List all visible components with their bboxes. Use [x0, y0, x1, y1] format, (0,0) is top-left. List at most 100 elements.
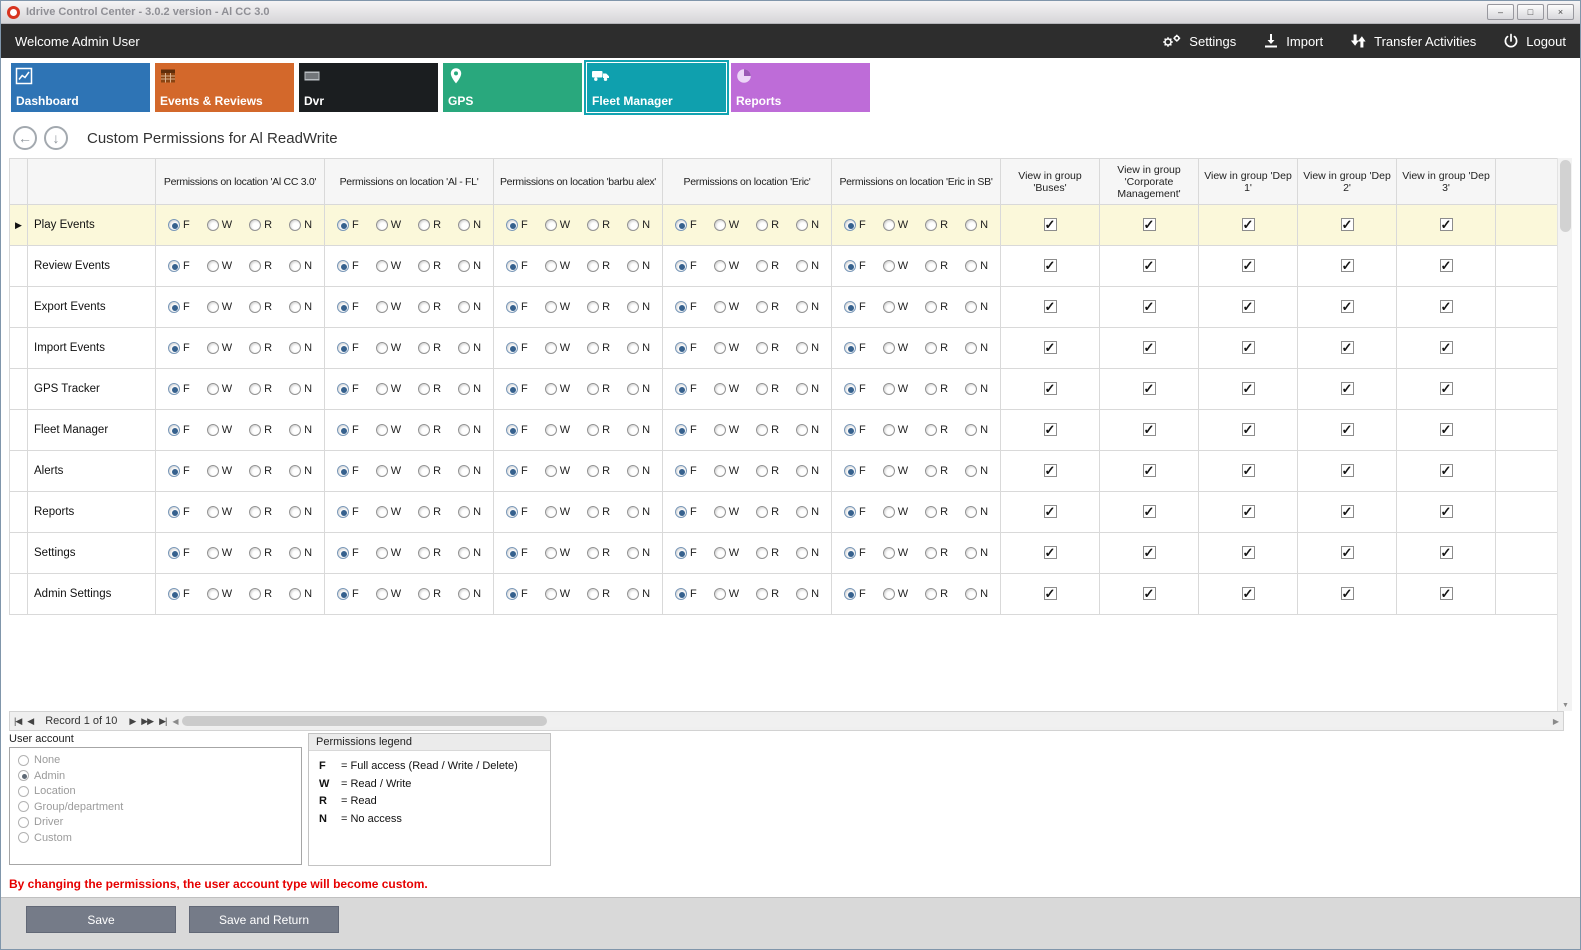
- radio-option-n[interactable]: N: [627, 506, 650, 518]
- radio-option-w[interactable]: W: [714, 342, 739, 354]
- radio-option-w[interactable]: W: [714, 547, 739, 559]
- radio-option-f[interactable]: F: [675, 465, 697, 477]
- group-checkbox[interactable]: ✓: [1341, 382, 1354, 395]
- group-checkbox[interactable]: ✓: [1341, 218, 1354, 231]
- radio-option-w[interactable]: W: [376, 301, 401, 313]
- radio-option-r[interactable]: R: [249, 383, 272, 395]
- tab-events-reviews[interactable]: Events & Reviews: [155, 63, 294, 112]
- radio-option-f[interactable]: F: [168, 383, 190, 395]
- radio-option-w[interactable]: W: [545, 424, 570, 436]
- radio-option-w[interactable]: W: [207, 465, 232, 477]
- radio-option-f[interactable]: F: [675, 506, 697, 518]
- radio-option-f[interactable]: F: [337, 219, 359, 231]
- group-checkbox[interactable]: ✓: [1143, 300, 1156, 313]
- row-label[interactable]: Settings: [28, 533, 156, 574]
- radio-option-r[interactable]: R: [587, 383, 610, 395]
- radio-option-w[interactable]: W: [545, 506, 570, 518]
- radio-option-r[interactable]: R: [756, 465, 779, 477]
- radio-option-r[interactable]: R: [249, 301, 272, 313]
- radio-option-f[interactable]: F: [844, 506, 866, 518]
- radio-option-n[interactable]: N: [289, 424, 312, 436]
- save-and-return-button[interactable]: Save and Return: [189, 906, 339, 933]
- radio-option-n[interactable]: N: [289, 547, 312, 559]
- group-checkbox[interactable]: ✓: [1044, 341, 1057, 354]
- radio-option-n[interactable]: N: [965, 465, 988, 477]
- row-label[interactable]: Fleet Manager: [28, 410, 156, 451]
- group-checkbox[interactable]: ✓: [1143, 382, 1156, 395]
- radio-option-f[interactable]: F: [506, 342, 528, 354]
- group-checkbox[interactable]: ✓: [1143, 341, 1156, 354]
- radio-option-n[interactable]: N: [965, 383, 988, 395]
- radio-option-r[interactable]: R: [418, 342, 441, 354]
- radio-option-w[interactable]: W: [376, 342, 401, 354]
- group-checkbox[interactable]: ✓: [1341, 423, 1354, 436]
- radio-option-f[interactable]: F: [675, 260, 697, 272]
- account-type-group-department[interactable]: Group/department: [18, 801, 293, 813]
- group-checkbox[interactable]: ✓: [1242, 546, 1255, 559]
- group-checkbox[interactable]: ✓: [1242, 464, 1255, 477]
- radio-option-r[interactable]: R: [249, 342, 272, 354]
- group-checkbox[interactable]: ✓: [1341, 546, 1354, 559]
- radio-option-n[interactable]: N: [458, 424, 481, 436]
- first-record-button[interactable]: |◀: [14, 716, 21, 727]
- radio-option-n[interactable]: N: [458, 547, 481, 559]
- previous-record-button[interactable]: ◀: [27, 716, 33, 727]
- radio-option-w[interactable]: W: [376, 465, 401, 477]
- radio-option-r[interactable]: R: [418, 260, 441, 272]
- group-checkbox[interactable]: ✓: [1242, 587, 1255, 600]
- radio-option-w[interactable]: W: [545, 588, 570, 600]
- radio-option-n[interactable]: N: [458, 506, 481, 518]
- radio-option-r[interactable]: R: [587, 506, 610, 518]
- group-checkbox[interactable]: ✓: [1440, 341, 1453, 354]
- radio-option-w[interactable]: W: [545, 383, 570, 395]
- radio-option-r[interactable]: R: [925, 465, 948, 477]
- radio-option-f[interactable]: F: [675, 301, 697, 313]
- radio-option-w[interactable]: W: [207, 506, 232, 518]
- scroll-down-icon[interactable]: ▼: [1558, 702, 1573, 709]
- radio-option-r[interactable]: R: [587, 465, 610, 477]
- group-checkbox[interactable]: ✓: [1341, 505, 1354, 518]
- group-checkbox[interactable]: ✓: [1044, 259, 1057, 272]
- radio-option-n[interactable]: N: [965, 588, 988, 600]
- row-label[interactable]: Import Events: [28, 328, 156, 369]
- radio-option-f[interactable]: F: [675, 383, 697, 395]
- radio-option-f[interactable]: F: [844, 219, 866, 231]
- group-checkbox[interactable]: ✓: [1242, 423, 1255, 436]
- radio-option-r[interactable]: R: [925, 301, 948, 313]
- radio-option-r[interactable]: R: [249, 465, 272, 477]
- radio-option-w[interactable]: W: [714, 219, 739, 231]
- tab-gps[interactable]: GPS: [443, 63, 582, 112]
- radio-option-n[interactable]: N: [627, 547, 650, 559]
- import-action[interactable]: Import: [1263, 33, 1323, 49]
- group-checkbox[interactable]: ✓: [1044, 587, 1057, 600]
- radio-option-r[interactable]: R: [756, 383, 779, 395]
- radio-option-w[interactable]: W: [883, 260, 908, 272]
- radio-option-n[interactable]: N: [796, 465, 819, 477]
- radio-option-w[interactable]: W: [714, 260, 739, 272]
- radio-option-n[interactable]: N: [458, 260, 481, 272]
- radio-option-n[interactable]: N: [289, 342, 312, 354]
- next-record-button[interactable]: ▶: [129, 716, 135, 727]
- radio-option-r[interactable]: R: [587, 260, 610, 272]
- radio-option-w[interactable]: W: [376, 506, 401, 518]
- radio-option-r[interactable]: R: [587, 547, 610, 559]
- radio-option-w[interactable]: W: [376, 424, 401, 436]
- radio-option-f[interactable]: F: [844, 588, 866, 600]
- radio-option-n[interactable]: N: [627, 219, 650, 231]
- tab-dashboard[interactable]: Dashboard: [11, 63, 150, 112]
- radio-option-n[interactable]: N: [965, 219, 988, 231]
- radio-option-n[interactable]: N: [965, 260, 988, 272]
- radio-option-f[interactable]: F: [337, 342, 359, 354]
- radio-option-r[interactable]: R: [587, 219, 610, 231]
- radio-option-w[interactable]: W: [376, 588, 401, 600]
- radio-option-w[interactable]: W: [207, 424, 232, 436]
- group-checkbox[interactable]: ✓: [1044, 505, 1057, 518]
- radio-option-w[interactable]: W: [207, 260, 232, 272]
- radio-option-n[interactable]: N: [289, 588, 312, 600]
- group-checkbox[interactable]: ✓: [1341, 464, 1354, 477]
- radio-option-w[interactable]: W: [207, 342, 232, 354]
- radio-option-f[interactable]: F: [506, 506, 528, 518]
- group-checkbox[interactable]: ✓: [1143, 464, 1156, 477]
- radio-option-r[interactable]: R: [587, 424, 610, 436]
- radio-option-w[interactable]: W: [883, 424, 908, 436]
